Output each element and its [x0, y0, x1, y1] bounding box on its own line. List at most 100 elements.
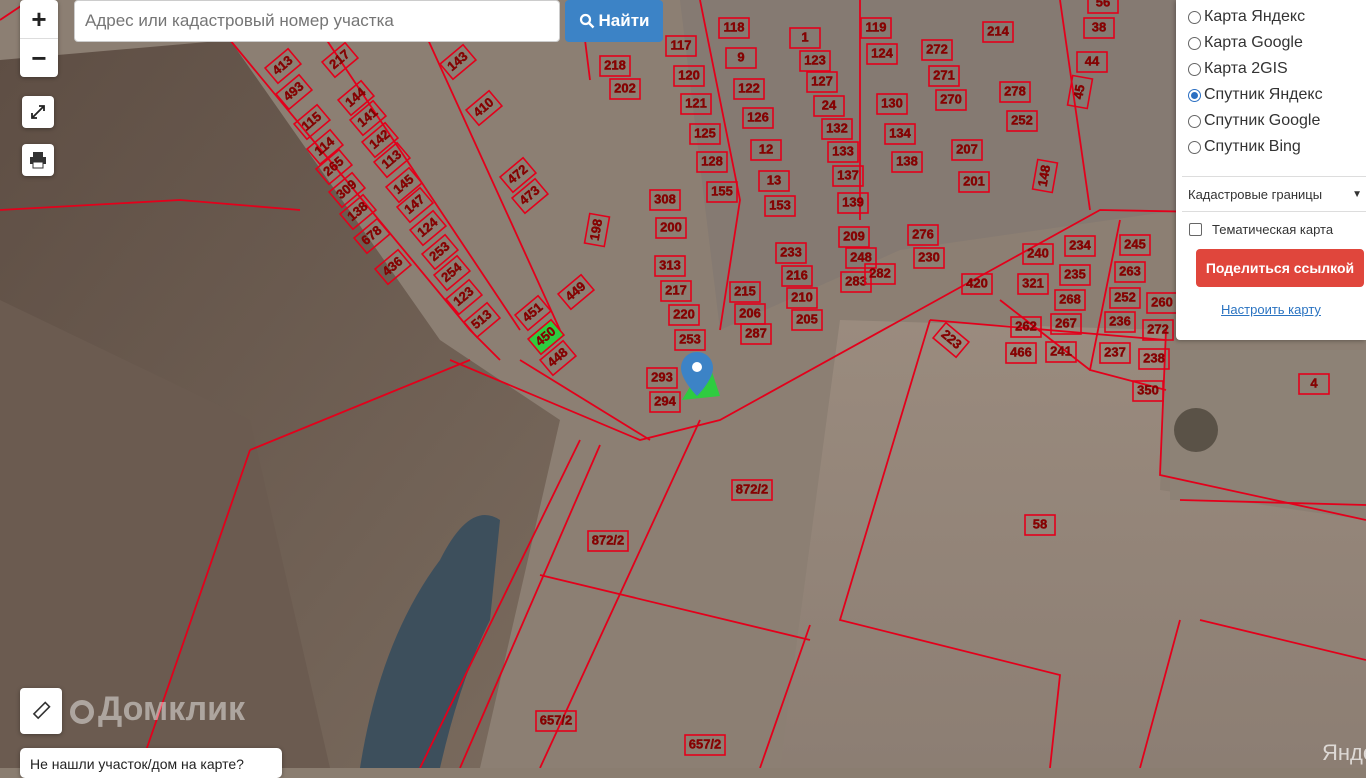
parcel-label[interactable]: 121 — [680, 93, 712, 115]
parcel-label[interactable]: 216 — [781, 265, 813, 287]
parcel-label[interactable]: 117 — [665, 35, 697, 57]
parcel-label[interactable]: 238 — [1138, 348, 1170, 370]
layer-option[interactable]: Спутник Bing — [1176, 134, 1366, 160]
layer-option[interactable]: Карта Яндекс — [1176, 4, 1366, 30]
parcel-label[interactable]: 200 — [655, 217, 687, 239]
parcel-label[interactable]: 270 — [935, 89, 967, 111]
parcel-label[interactable]: 466 — [1005, 342, 1037, 364]
ruler-button[interactable] — [20, 688, 62, 734]
layer-radio[interactable] — [1188, 140, 1201, 154]
thematic-checkbox[interactable] — [1189, 223, 1202, 236]
parcel-label[interactable]: 132 — [821, 118, 853, 140]
parcel-label[interactable]: 205 — [791, 309, 823, 331]
zoom-in-button[interactable]: + — [20, 0, 58, 38]
parcel-label[interactable]: 207 — [951, 139, 983, 161]
parcel-label[interactable]: 268 — [1054, 289, 1086, 311]
parcel-label[interactable]: 262 — [1010, 316, 1042, 338]
parcel-label[interactable]: 13 — [758, 170, 790, 192]
layer-option[interactable]: Карта Google — [1176, 30, 1366, 56]
parcel-label[interactable]: 272 — [1142, 319, 1174, 341]
parcel-label[interactable]: 321 — [1017, 273, 1049, 295]
parcel-label[interactable]: 214 — [982, 21, 1014, 43]
parcel-label[interactable]: 253 — [674, 329, 706, 351]
parcel-label[interactable]: 420 — [961, 273, 993, 295]
parcel-label[interactable]: 122 — [733, 78, 765, 100]
parcel-label[interactable]: 155 — [706, 181, 738, 203]
layer-radio[interactable] — [1188, 10, 1201, 24]
parcel-label[interactable]: 267 — [1050, 313, 1082, 335]
parcel-label[interactable]: 127 — [806, 71, 838, 93]
parcel-label[interactable]: 294 — [649, 391, 681, 413]
satellite-map[interactable]: 413 217 143493 144115 141114 142265 113309 1451… — [0, 0, 1366, 768]
parcel-label[interactable]: 118 — [718, 17, 750, 39]
parcel-label[interactable]: 38 — [1083, 17, 1115, 39]
parcel-label[interactable]: 230 — [913, 247, 945, 269]
parcel-label[interactable]: 210 — [786, 287, 818, 309]
parcel-label[interactable]: 657/2 — [535, 710, 577, 732]
parcel-label[interactable]: 220 — [668, 304, 700, 326]
parcel-label[interactable]: 153 — [764, 195, 796, 217]
parcel-label[interactable]: 123 — [799, 50, 831, 72]
parcel-label[interactable]: 45 — [1066, 74, 1094, 110]
print-button[interactable] — [22, 144, 54, 176]
parcel-label[interactable]: 58 — [1024, 514, 1056, 536]
layer-radio[interactable] — [1188, 62, 1201, 76]
parcel-label[interactable]: 271 — [928, 65, 960, 87]
parcel-label[interactable]: 119 — [860, 17, 892, 39]
parcel-label[interactable]: 139 — [837, 192, 869, 214]
layer-radio[interactable] — [1188, 36, 1201, 50]
parcel-label[interactable]: 350 — [1132, 380, 1164, 402]
parcel-label[interactable]: 217 — [660, 280, 692, 302]
parcel-label[interactable]: 278 — [999, 81, 1031, 103]
parcel-label[interactable]: 24 — [813, 95, 845, 117]
share-link-button[interactable]: Поделиться ссылкой — [1196, 249, 1364, 287]
parcel-label[interactable]: 313 — [654, 255, 686, 277]
parcel-label[interactable]: 282 — [864, 263, 896, 285]
thematic-map-toggle[interactable]: Тематическая карта — [1176, 222, 1366, 237]
parcel-label[interactable]: 252 — [1109, 287, 1141, 309]
parcel-label[interactable]: 120 — [673, 65, 705, 87]
parcel-label[interactable]: 308 — [649, 189, 681, 211]
parcel-label[interactable]: 263 — [1114, 261, 1146, 283]
parcel-label[interactable]: 9 — [725, 47, 757, 69]
layer-option[interactable]: Спутник Google — [1176, 108, 1366, 134]
parcel-label[interactable]: 293 — [646, 367, 678, 389]
parcel-label[interactable]: 235 — [1059, 264, 1091, 286]
parcel-label[interactable]: 201 — [958, 171, 990, 193]
layer-option[interactable]: Спутник Яндекс — [1176, 82, 1366, 108]
parcel-label[interactable]: 134 — [884, 123, 916, 145]
parcel-label[interactable]: 245 — [1119, 234, 1151, 256]
zoom-out-button[interactable]: − — [20, 38, 58, 77]
parcel-label[interactable]: 125 — [689, 123, 721, 145]
parcel-label[interactable]: 202 — [609, 78, 641, 100]
parcel-label[interactable]: 872/2 — [731, 479, 773, 501]
parcel-label[interactable]: 198 — [583, 212, 611, 248]
parcel-label[interactable]: 272 — [921, 39, 953, 61]
parcel-label[interactable]: 56 — [1087, 0, 1119, 14]
parcel-label[interactable]: 287 — [740, 323, 772, 345]
parcel-label[interactable]: 44 — [1076, 51, 1108, 73]
parcel-label[interactable]: 218 — [599, 55, 631, 77]
search-button[interactable]: Найти — [565, 0, 663, 42]
layer-radio[interactable] — [1188, 88, 1201, 102]
parcel-label[interactable]: 237 — [1099, 342, 1131, 364]
parcel-label[interactable]: 128 — [696, 151, 728, 173]
parcel-label[interactable]: 148 — [1031, 158, 1059, 194]
parcel-label[interactable]: 260 — [1146, 292, 1178, 314]
layer-radio[interactable] — [1188, 114, 1201, 128]
parcel-label[interactable]: 209 — [838, 226, 870, 248]
search-input[interactable] — [75, 1, 559, 41]
layer-option[interactable]: Карта 2GIS — [1176, 56, 1366, 82]
parcel-label[interactable]: 124 — [866, 43, 898, 65]
not-found-prompt[interactable]: Не нашли участок/дом на карте? — [20, 748, 282, 778]
parcel-label[interactable]: 4 — [1298, 373, 1330, 395]
overlay-select[interactable]: Кадастровые границы ▼ — [1182, 176, 1366, 212]
parcel-label[interactable]: 233 — [775, 242, 807, 264]
parcel-label[interactable]: 126 — [742, 107, 774, 129]
parcel-label[interactable]: 206 — [734, 303, 766, 325]
parcel-label[interactable]: 215 — [729, 281, 761, 303]
parcel-label[interactable]: 234 — [1064, 235, 1096, 257]
parcel-label[interactable]: 130 — [876, 93, 908, 115]
parcel-label[interactable]: 241 — [1045, 341, 1077, 363]
parcel-label[interactable]: 138 — [891, 151, 923, 173]
